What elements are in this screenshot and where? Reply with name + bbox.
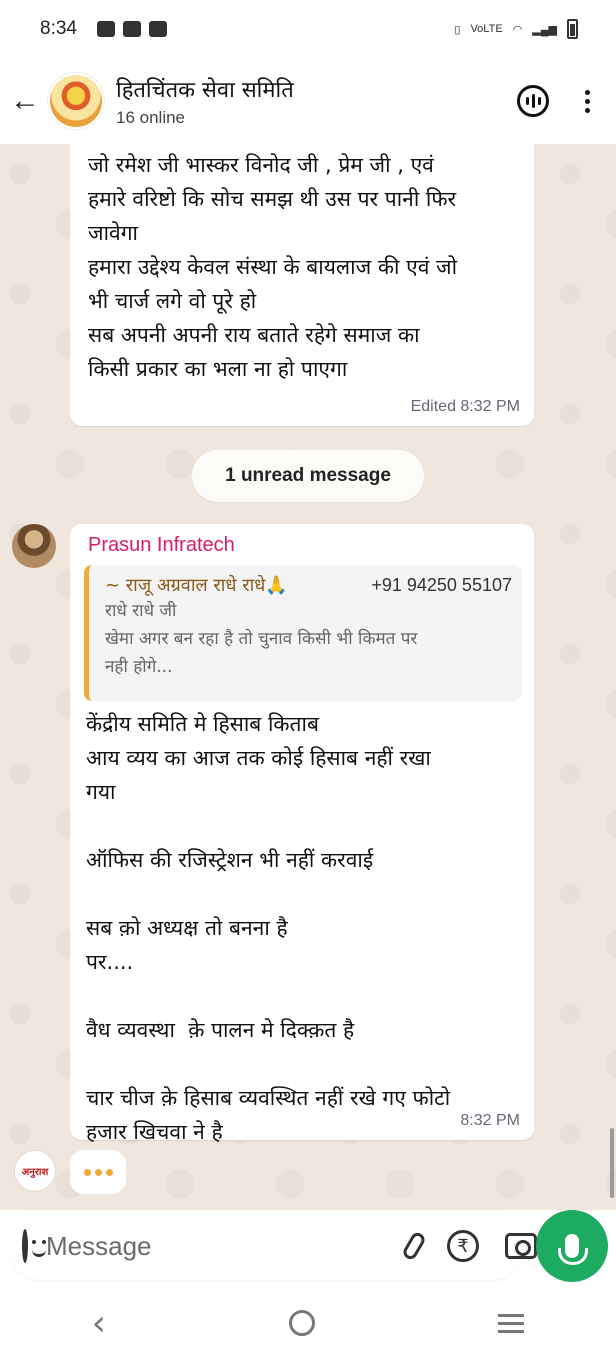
nav-recents-icon[interactable]: [498, 1313, 525, 1333]
system-nav-bar: ‹: [0, 1290, 616, 1356]
quote-phone: +91 94250 55107: [371, 575, 512, 595]
status-bar: 8:34 ▯ VoLTE ◠ ▂▄▆: [0, 0, 616, 58]
notification-icons: [96, 21, 167, 37]
volte-label: VoLTE: [470, 23, 503, 35]
message-bubble[interactable]: जो रमेश जी भास्कर विनोद जी , प्रेम जी , …: [70, 144, 534, 426]
typing-indicator: [70, 1150, 126, 1194]
message-composer: ₹: [8, 1212, 537, 1280]
chat-header: ← हितचिंतक सेवा समिति 16 online: [0, 58, 616, 144]
chat-area[interactable]: जो रमेश जी भास्कर विनोद जी , प्रेम जी , …: [0, 144, 616, 1210]
back-arrow-icon[interactable]: ←: [10, 84, 44, 118]
quote-text-line: नही होगे...: [105, 657, 173, 677]
message-text: जो रमेश जी भास्कर विनोद जी , प्रेम जी , …: [88, 153, 458, 381]
sender-avatar[interactable]: [12, 524, 56, 568]
quote-text-line: राधे राधे जी: [105, 601, 177, 621]
quote-text-line: खेमा अगर बन रहा है तो चुनाव किसी भी किमत…: [105, 629, 418, 649]
mic-button[interactable]: [536, 1210, 608, 1282]
nav-back-icon[interactable]: ‹: [92, 1303, 106, 1344]
attach-icon[interactable]: [400, 1229, 428, 1263]
online-count: 16 online: [116, 108, 186, 127]
message-text: केंद्रीय समिति मे हिसाब किताब आय व्यय का…: [86, 712, 451, 1144]
group-name: हितचिंतक सेवा समिति: [116, 78, 294, 103]
vibrate-icon: ▯: [454, 23, 461, 36]
message-input[interactable]: [46, 1230, 381, 1262]
nav-home-icon[interactable]: [289, 1310, 316, 1336]
typing-user-avatar[interactable]: अनुराश: [14, 1150, 56, 1192]
scrollbar-thumb[interactable]: [610, 1128, 614, 1198]
signal-icon: ▂▄▆: [532, 23, 557, 36]
mic-icon: [558, 1234, 588, 1265]
wifi-icon: ◠: [512, 23, 523, 36]
system-status-icons: ▯ VoLTE ◠ ▂▄▆: [454, 19, 578, 39]
voice-chat-icon[interactable]: [517, 85, 549, 117]
battery-icon: [567, 19, 578, 39]
group-avatar[interactable]: [48, 73, 104, 129]
emoji-icon[interactable]: [22, 1229, 46, 1263]
rupee-icon[interactable]: ₹: [447, 1229, 479, 1263]
message-time: 8:32 PM: [460, 1112, 520, 1129]
status-time: 8:34: [40, 18, 77, 39]
sender-name[interactable]: Prasun Infratech: [88, 534, 522, 557]
quoted-message[interactable]: ~ राजू अग्रवाल राधे राधे🙏 +91 94250 5510…: [84, 565, 522, 701]
message-meta: Edited 8:32 PM: [410, 398, 520, 415]
camera-icon[interactable]: [505, 1229, 537, 1263]
app-notification-icon-2: [148, 21, 167, 37]
app-notification-icon: [96, 21, 115, 37]
group-info[interactable]: हितचिंतक सेवा समिति 16 online: [116, 74, 294, 128]
unread-indicator: 1 unread message: [192, 450, 424, 502]
youtube-icon: [122, 21, 141, 37]
more-options-icon[interactable]: [585, 89, 590, 113]
message-bubble[interactable]: Prasun Infratech ~ राजू अग्रवाल राधे राध…: [70, 524, 534, 1144]
